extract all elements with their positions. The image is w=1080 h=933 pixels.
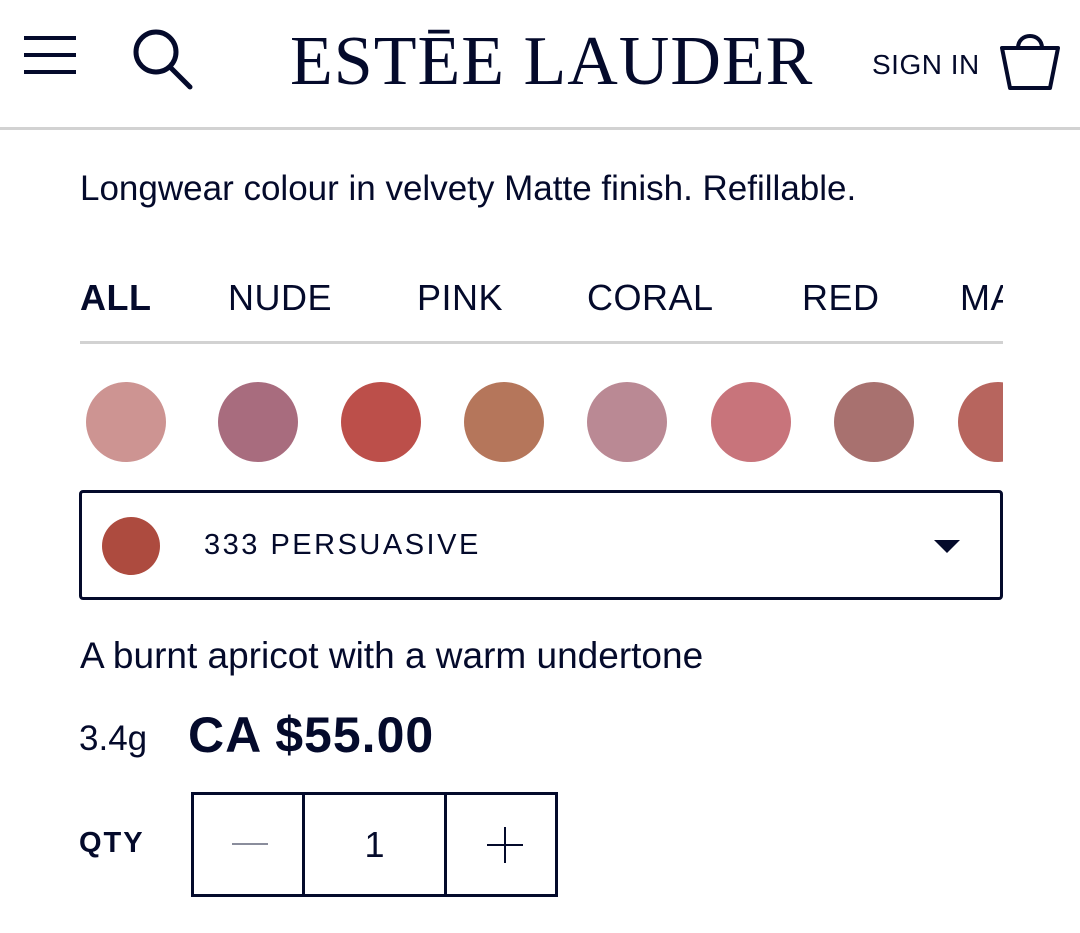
- bag-icon-graphic: [1000, 34, 1060, 90]
- shade-swatch[interactable]: [218, 382, 298, 462]
- shade-swatch[interactable]: [958, 382, 1003, 462]
- plus-icon-vertical: [504, 827, 506, 863]
- quantity-stepper: 1: [191, 792, 558, 897]
- tab-nude[interactable]: NUDE: [228, 276, 332, 320]
- shade-swatch[interactable]: [711, 382, 791, 462]
- shade-family-tabs: ALL NUDE PINK CORAL RED MAUVE: [80, 272, 1003, 344]
- shade-swatch[interactable]: [464, 382, 544, 462]
- shade-swatch[interactable]: [86, 382, 166, 462]
- tab-red[interactable]: RED: [802, 276, 880, 320]
- product-size: 3.4g: [79, 719, 148, 758]
- qty-label: QTY: [79, 827, 145, 859]
- hamburger-menu-icon[interactable]: [24, 36, 76, 76]
- shade-dropdown[interactable]: 333 PERSUASIVE: [79, 490, 1003, 600]
- product-price: CA $55.00: [188, 707, 435, 763]
- selected-shade-swatch: [102, 517, 160, 575]
- minus-icon: [232, 843, 268, 845]
- tab-mauve[interactable]: MAUVE: [960, 276, 1003, 320]
- shade-swatch[interactable]: [587, 382, 667, 462]
- top-header: ESTĒE LAUDER SIGN IN: [0, 0, 1080, 130]
- sign-in-link[interactable]: SIGN IN: [872, 48, 980, 82]
- caret-down-icon: [934, 540, 960, 553]
- quantity-value[interactable]: 1: [305, 795, 447, 894]
- decrease-qty-button[interactable]: [194, 795, 305, 894]
- shade-swatch[interactable]: [341, 382, 421, 462]
- tab-pink[interactable]: PINK: [417, 276, 503, 320]
- increase-qty-button[interactable]: [450, 795, 555, 894]
- product-tagline: Longwear colour in velvety Matte finish.…: [80, 169, 857, 208]
- menu-line: [24, 70, 76, 74]
- tab-all[interactable]: ALL: [80, 276, 151, 320]
- search-icon-graphic: [133, 29, 193, 90]
- search-icon[interactable]: [128, 24, 198, 94]
- menu-line: [24, 53, 76, 57]
- selected-shade-name: 333 PERSUASIVE: [204, 529, 481, 561]
- brand-logo[interactable]: ESTĒE LAUDER: [290, 24, 812, 100]
- shopping-bag-icon[interactable]: [998, 26, 1062, 92]
- shade-description: A burnt apricot with a warm undertone: [80, 635, 704, 676]
- tab-coral[interactable]: CORAL: [587, 276, 714, 320]
- shade-swatch-row: [80, 380, 1003, 464]
- menu-line: [24, 36, 76, 40]
- shade-swatch[interactable]: [834, 382, 914, 462]
